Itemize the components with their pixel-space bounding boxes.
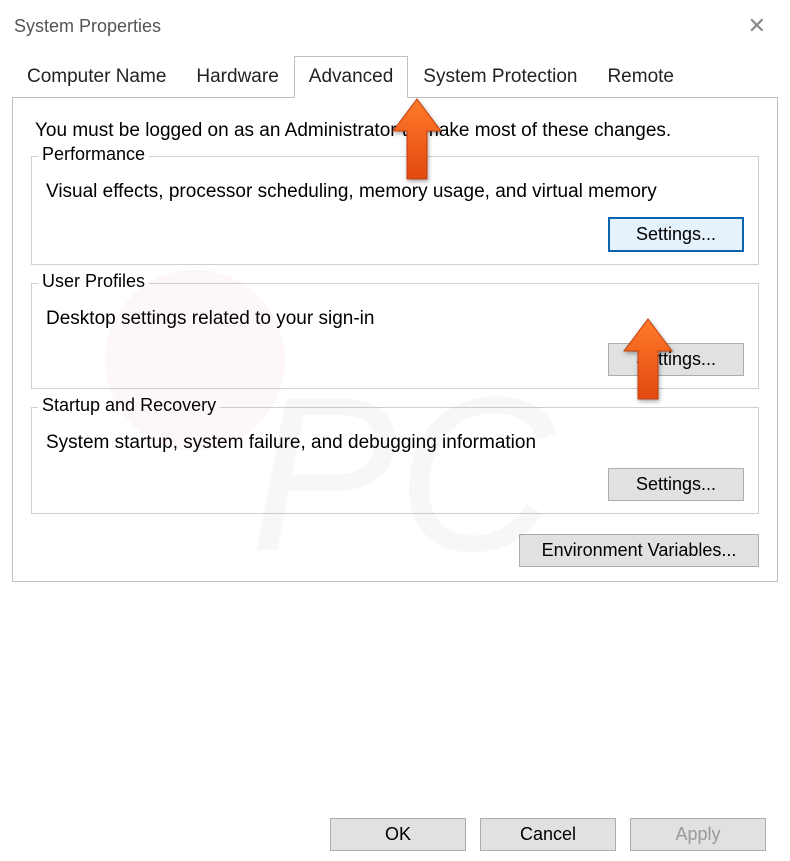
titlebar: System Properties ✕ — [0, 0, 790, 48]
tab-content: You must be logged on as an Administrato… — [12, 97, 778, 582]
group-performance-legend: Performance — [38, 144, 149, 165]
group-startup-legend: Startup and Recovery — [38, 395, 220, 416]
ok-button[interactable]: OK — [330, 818, 466, 851]
group-performance-desc: Visual effects, processor scheduling, me… — [46, 175, 744, 205]
tab-advanced[interactable]: Advanced — [294, 56, 409, 98]
group-user-profiles-legend: User Profiles — [38, 271, 149, 292]
close-icon[interactable]: ✕ — [738, 9, 776, 43]
env-variables-row: Environment Variables... — [31, 534, 759, 567]
group-user-profiles-button-row: Settings... — [46, 343, 744, 376]
window-title: System Properties — [14, 16, 161, 37]
tab-hardware[interactable]: Hardware — [181, 56, 293, 98]
tab-system-protection[interactable]: System Protection — [408, 56, 592, 98]
user-profiles-settings-button[interactable]: Settings... — [608, 343, 744, 376]
dialog-button-bar: OK Cancel Apply — [330, 818, 766, 851]
cancel-button[interactable]: Cancel — [480, 818, 616, 851]
group-startup-button-row: Settings... — [46, 468, 744, 501]
group-startup-desc: System startup, system failure, and debu… — [46, 426, 744, 456]
group-performance-button-row: Settings... — [46, 217, 744, 252]
performance-settings-button[interactable]: Settings... — [608, 217, 744, 252]
startup-settings-button[interactable]: Settings... — [608, 468, 744, 501]
tab-row: Computer Name Hardware Advanced System P… — [0, 48, 790, 98]
group-user-profiles: User Profiles Desktop settings related t… — [31, 283, 759, 390]
group-startup-recovery: Startup and Recovery System startup, sys… — [31, 407, 759, 514]
tab-remote[interactable]: Remote — [592, 56, 689, 98]
tab-computer-name[interactable]: Computer Name — [12, 56, 181, 98]
group-user-profiles-desc: Desktop settings related to your sign-in — [46, 302, 744, 332]
environment-variables-button[interactable]: Environment Variables... — [519, 534, 759, 567]
group-performance: Performance Visual effects, processor sc… — [31, 156, 759, 265]
apply-button[interactable]: Apply — [630, 818, 766, 851]
